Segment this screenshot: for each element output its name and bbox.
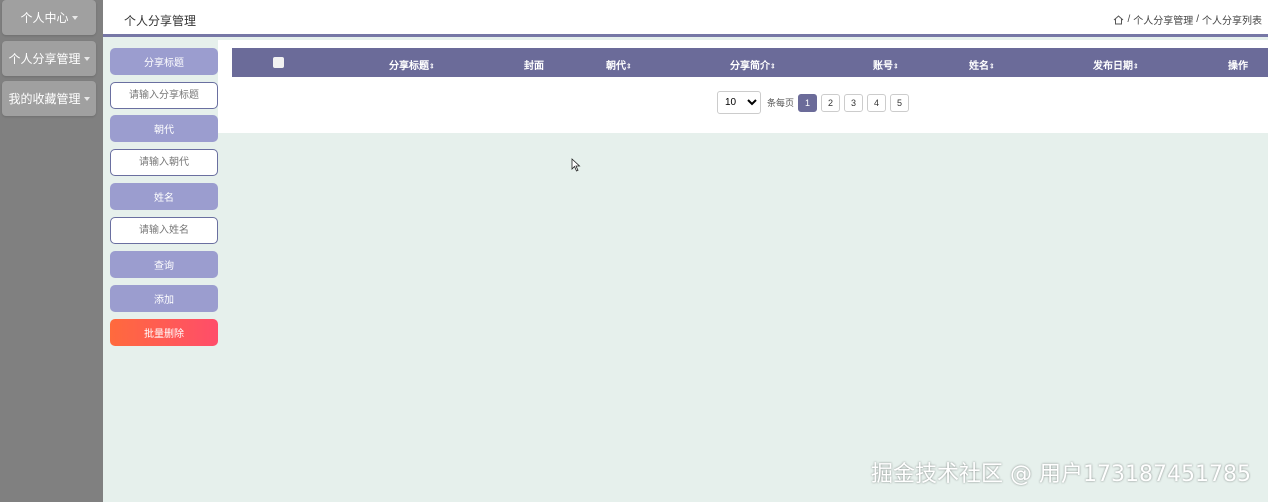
breadcrumb-separator: / <box>1127 14 1131 25</box>
page-button-4[interactable]: 4 <box>867 93 887 112</box>
sidebar: 个人中心 个人分享管理 我的收藏管理 <box>0 0 103 502</box>
page-button-3[interactable]: 3 <box>844 93 864 112</box>
column-header-publish-date[interactable]: 发布日期⇕ <box>1093 57 1139 72</box>
dynasty-input[interactable] <box>110 149 218 176</box>
sort-icon: ⇕ <box>1133 63 1139 71</box>
column-header-share-intro[interactable]: 分享简介⇕ <box>730 57 776 72</box>
breadcrumb-item-share-management[interactable]: 个人分享管理 <box>1133 12 1193 27</box>
pagination: 10 条每页 1 2 3 4 5 <box>717 91 913 114</box>
page-button-2[interactable]: 2 <box>821 93 841 112</box>
sort-icon: ⇕ <box>989 63 995 71</box>
sort-icon: ⇕ <box>429 63 435 71</box>
page-size-select[interactable]: 10 <box>717 91 761 114</box>
sidebar-item-label: 我的收藏管理 <box>8 92 81 106</box>
select-all-checkbox[interactable] <box>273 57 284 68</box>
column-header-name[interactable]: 姓名⇕ <box>969 57 995 72</box>
sidebar-item-favorites-management[interactable]: 我的收藏管理 <box>2 81 96 116</box>
sort-icon: ⇕ <box>893 63 899 71</box>
page-title: 个人分享管理 <box>124 14 197 28</box>
page-button-5[interactable]: 5 <box>890 93 910 112</box>
page-button-1[interactable]: 1 <box>798 93 818 112</box>
add-button[interactable]: 添加 <box>110 285 218 312</box>
table-header: 分享标题⇕ 封面 朝代⇕ 分享简介⇕ 账号⇕ 姓名⇕ 发布日期⇕ 操作 <box>232 48 1268 77</box>
watermark-text: 掘金技术社区 @ 用户173187451785 <box>871 462 1251 487</box>
table-panel: 分享标题⇕ 封面 朝代⇕ 分享简介⇕ 账号⇕ 姓名⇕ 发布日期⇕ 操作 10 条… <box>218 40 1268 133</box>
chevron-down-icon <box>83 96 90 101</box>
column-header-cover: 封面 <box>524 61 544 72</box>
column-header-share-title[interactable]: 分享标题⇕ <box>389 57 435 72</box>
name-input[interactable] <box>110 217 218 244</box>
sidebar-item-personal-center[interactable]: 个人中心 <box>2 0 96 35</box>
breadcrumb-item-share-list: 个人分享列表 <box>1202 16 1262 27</box>
sort-icon: ⇕ <box>770 63 776 71</box>
mouse-cursor-icon <box>571 158 581 172</box>
sort-icon: ⇕ <box>626 63 632 71</box>
top-header: 个人分享管理 / 个人分享管理 / 个人分享列表 <box>103 0 1268 37</box>
home-icon[interactable] <box>1113 14 1124 25</box>
chevron-down-icon <box>83 56 90 61</box>
dynasty-label: 朝代 <box>110 115 218 142</box>
column-header-account[interactable]: 账号⇕ <box>873 57 899 72</box>
share-title-input[interactable] <box>110 82 218 109</box>
sidebar-item-label: 个人中心 <box>20 11 69 25</box>
batch-delete-button[interactable]: 批量删除 <box>110 319 218 346</box>
per-page-label: 条每页 <box>767 98 795 108</box>
breadcrumb: / 个人分享管理 / 个人分享列表 <box>1113 12 1262 27</box>
column-header-actions: 操作 <box>1228 61 1248 72</box>
query-button[interactable]: 查询 <box>110 251 218 278</box>
column-header-dynasty[interactable]: 朝代⇕ <box>606 57 632 72</box>
share-title-label: 分享标题 <box>110 48 218 75</box>
name-label: 姓名 <box>110 183 218 210</box>
sidebar-item-share-management[interactable]: 个人分享管理 <box>2 41 96 76</box>
breadcrumb-separator: / <box>1196 14 1199 25</box>
sidebar-item-label: 个人分享管理 <box>8 52 81 66</box>
chevron-down-icon <box>71 15 78 20</box>
